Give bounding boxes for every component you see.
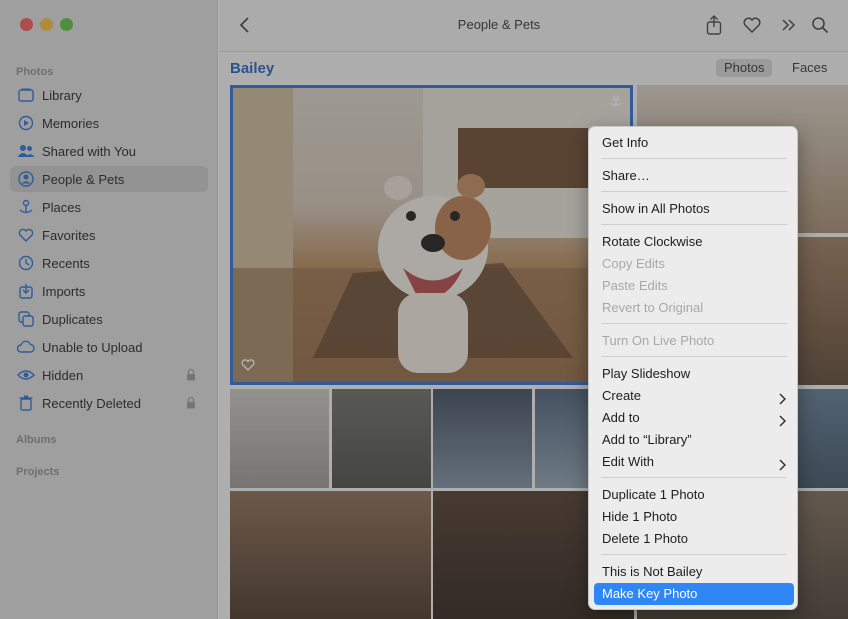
- memories-icon: [17, 114, 35, 132]
- menu-separator: [601, 224, 787, 225]
- menu-item-edit-with[interactable]: Edit With: [594, 451, 794, 473]
- section-projects[interactable]: Projects: [16, 466, 59, 478]
- sidebar-item-label: Library: [42, 87, 82, 103]
- menu-separator: [601, 356, 787, 357]
- shared-icon: [17, 142, 35, 160]
- lock-icon: [186, 368, 196, 381]
- menu-item-copy-edits: Copy Edits: [602, 256, 665, 271]
- menu-item-turn-on-live-photo: Turn On Live Photo: [602, 333, 715, 348]
- menu-item-create[interactable]: Create: [594, 385, 794, 407]
- sidebar-item-label: Hidden: [42, 367, 84, 383]
- more-chevrons-icon[interactable]: [778, 14, 800, 36]
- menu-item-hide[interactable]: Hide 1 Photo: [594, 506, 794, 528]
- menu-item-rotate-clockwise[interactable]: Rotate Clockwise: [594, 231, 794, 253]
- photo-thumb[interactable]: [230, 389, 329, 488]
- sidebar-item-label: Memories: [42, 115, 100, 131]
- menu-item-label: Add to: [602, 410, 640, 425]
- search-icon[interactable]: [809, 14, 831, 36]
- sidebar-item-favorites[interactable]: Favorites: [10, 222, 208, 248]
- menu-item-delete[interactable]: Delete 1 Photo: [594, 528, 794, 550]
- person-header: Bailey Photos Faces: [219, 53, 848, 83]
- segment-faces[interactable]: Faces: [784, 59, 835, 77]
- menu-item-play-slideshow[interactable]: Play Slideshow: [594, 363, 794, 385]
- menu-item-get-info[interactable]: Get Info: [594, 132, 794, 154]
- dog-photo-image: [233, 88, 630, 382]
- menu-item-make-key-photo[interactable]: Make Key Photo: [594, 583, 794, 605]
- heart-icon: [17, 226, 35, 244]
- menu-item-label: Edit With: [602, 454, 655, 469]
- menu-separator: [601, 323, 787, 324]
- menu-item-revert-to-original: Revert to Original: [602, 300, 704, 315]
- photo-thumb[interactable]: [332, 389, 431, 488]
- sidebar-item-label: Duplicates: [42, 311, 103, 327]
- chevron-right-icon: [778, 412, 787, 427]
- sidebar-item-imports[interactable]: Imports: [10, 278, 208, 304]
- duplicates-icon: [17, 310, 35, 328]
- import-icon: [17, 282, 35, 300]
- sidebar-item-label: People & Pets: [42, 171, 125, 187]
- menu-item-this-is-not-person[interactable]: This is Not Bailey: [594, 561, 794, 583]
- menu-item-label: Create: [602, 388, 642, 403]
- trash-icon: [17, 394, 35, 412]
- minimize-window-button[interactable]: [40, 18, 53, 31]
- sidebar-item-duplicates[interactable]: Duplicates: [10, 306, 208, 332]
- sidebar-item-memories[interactable]: Memories: [10, 110, 208, 136]
- heart-icon[interactable]: [241, 358, 255, 376]
- sidebar-item-shared-with-you[interactable]: Shared with You: [10, 138, 208, 164]
- person-tag-icon: [610, 94, 622, 112]
- photo-thumb[interactable]: [433, 389, 532, 488]
- sidebar-item-people-pets[interactable]: People & Pets: [10, 166, 208, 192]
- menu-separator: [601, 158, 787, 159]
- menu-item-show-in-all-photos[interactable]: Show in All Photos: [594, 198, 794, 220]
- library-icon: [17, 86, 35, 104]
- share-icon[interactable]: [703, 14, 725, 36]
- sidebar-item-label: Unable to Upload: [42, 339, 143, 355]
- eye-icon: [17, 366, 35, 384]
- person-name: Bailey: [230, 60, 275, 77]
- sidebar-item-recents[interactable]: Recents: [10, 250, 208, 276]
- context-menu: Get Info Share… Show in All Photos Rotat…: [588, 126, 798, 610]
- favorite-heart-icon[interactable]: [741, 14, 763, 36]
- menu-item-add-to[interactable]: Add to: [594, 407, 794, 429]
- sidebar-item-label: Imports: [42, 283, 86, 299]
- photo-selected[interactable]: [230, 85, 633, 385]
- places-icon: [17, 198, 35, 216]
- section-albums[interactable]: Albums: [16, 434, 56, 446]
- menu-item-paste-edits: Paste Edits: [602, 278, 668, 293]
- menu-item-duplicate[interactable]: Duplicate 1 Photo: [594, 484, 794, 506]
- zoom-window-button[interactable]: [60, 18, 73, 31]
- section-photos: Photos: [16, 66, 54, 78]
- sidebar-item-recently-deleted[interactable]: Recently Deleted: [10, 390, 208, 416]
- sidebar-item-library[interactable]: Library: [10, 82, 208, 108]
- sidebar-item-hidden[interactable]: Hidden: [10, 362, 208, 388]
- people-icon: [17, 170, 35, 188]
- lock-icon: [186, 396, 196, 409]
- sidebar: Photos Library Memories Shared with You …: [0, 0, 218, 619]
- menu-item-share[interactable]: Share…: [594, 165, 794, 187]
- sidebar-item-unable-to-upload[interactable]: Unable to Upload: [10, 334, 208, 360]
- toolbar: People & Pets: [219, 0, 848, 52]
- sidebar-item-label: Recents: [42, 255, 90, 271]
- segment-photos[interactable]: Photos: [716, 59, 773, 77]
- close-window-button[interactable]: [20, 18, 33, 31]
- sidebar-item-label: Favorites: [42, 227, 96, 243]
- window-title: People & Pets: [457, 17, 541, 32]
- sidebar-item-label: Places: [42, 199, 82, 215]
- chevron-right-icon: [778, 456, 787, 471]
- clock-icon: [17, 254, 35, 272]
- cloud-icon: [17, 338, 35, 356]
- sidebar-item-label: Recently Deleted: [42, 395, 141, 411]
- chevron-right-icon: [778, 390, 787, 405]
- menu-separator: [601, 191, 787, 192]
- sidebar-item-label: Shared with You: [42, 143, 136, 159]
- menu-separator: [601, 554, 787, 555]
- photo-thumb[interactable]: [230, 491, 431, 619]
- sidebar-item-places[interactable]: Places: [10, 194, 208, 220]
- menu-item-add-to-library[interactable]: Add to “Library”: [594, 429, 794, 451]
- menu-separator: [601, 477, 787, 478]
